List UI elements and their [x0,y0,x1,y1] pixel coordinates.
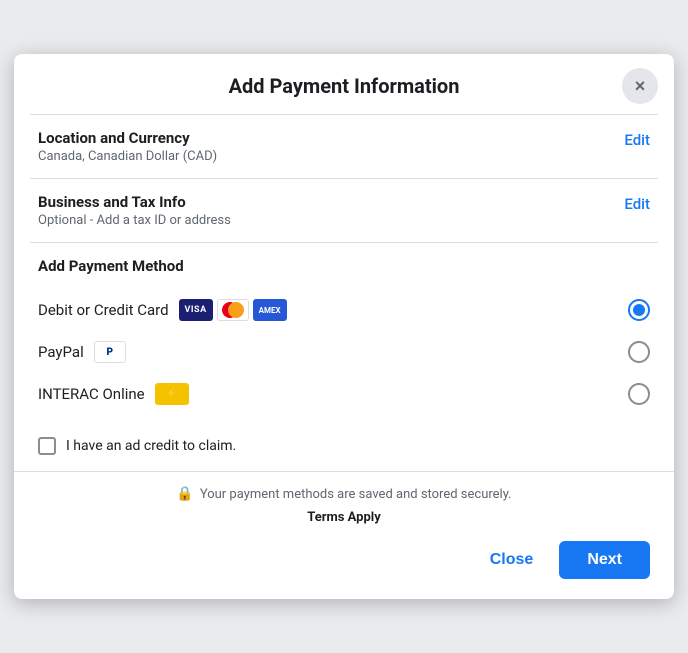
interac-label: INTERAC Online [38,385,145,403]
tax-text: Business and Tax Info Optional - Add a t… [38,193,231,228]
close-x-button[interactable]: × [622,68,658,104]
location-title: Location and Currency [38,129,217,147]
visa-icon: VISA [179,299,213,321]
paypal-option-left: PayPal P [38,341,126,363]
card-icons-group: VISA AMEX [179,299,287,321]
close-button[interactable]: Close [474,543,550,577]
paypal-label: PayPal [38,343,84,361]
secure-text: Your payment methods are saved and store… [200,487,512,502]
location-subtitle: Canada, Canadian Dollar (CAD) [38,149,217,164]
interac-option-left: INTERAC Online ⚡ [38,383,189,405]
mastercard-icon [217,299,249,321]
ad-credit-label: I have an ad credit to claim. [66,438,236,454]
card-option-left: Debit or Credit Card VISA AMEX [38,299,287,321]
next-button[interactable]: Next [559,541,650,579]
tax-title: Business and Tax Info [38,193,231,211]
modal-header: Add Payment Information × [14,54,674,114]
location-currency-section: Location and Currency Canada, Canadian D… [14,115,674,178]
lock-icon: 🔒 [176,486,193,502]
paypal-icon: P [94,341,126,363]
terms-apply-link[interactable]: Terms Apply [307,510,381,525]
payment-option-interac[interactable]: INTERAC Online ⚡ [38,373,650,415]
interac-radio-button[interactable] [628,383,650,405]
paypal-radio-button[interactable] [628,341,650,363]
mc-right-circle [228,302,244,318]
amex-icon: AMEX [253,299,287,321]
payment-option-card[interactable]: Debit or Credit Card VISA AMEX [38,289,650,331]
close-x-icon: × [635,76,646,97]
secure-info-row: 🔒 Your payment methods are saved and sto… [38,486,650,502]
footer-section: 🔒 Your payment methods are saved and sto… [14,471,674,525]
add-payment-modal: Add Payment Information × Location and C… [14,54,674,599]
location-text: Location and Currency Canada, Canadian D… [38,129,217,164]
card-radio-button[interactable] [628,299,650,321]
ad-credit-checkbox-row: I have an ad credit to claim. [14,425,674,471]
tax-edit-link[interactable]: Edit [624,193,650,213]
card-label: Debit or Credit Card [38,301,169,319]
ad-credit-checkbox[interactable] [38,437,56,455]
location-edit-link[interactable]: Edit [624,129,650,149]
modal-title: Add Payment Information [229,74,460,98]
payment-method-section: Add Payment Method Debit or Credit Card … [14,243,674,425]
payment-method-title: Add Payment Method [38,257,650,275]
tax-info-section: Business and Tax Info Optional - Add a t… [14,179,674,242]
tax-subtitle: Optional - Add a tax ID or address [38,213,231,228]
payment-option-paypal[interactable]: PayPal P [38,331,650,373]
action-buttons-row: Close Next [14,525,674,599]
interac-icon: ⚡ [155,383,189,405]
